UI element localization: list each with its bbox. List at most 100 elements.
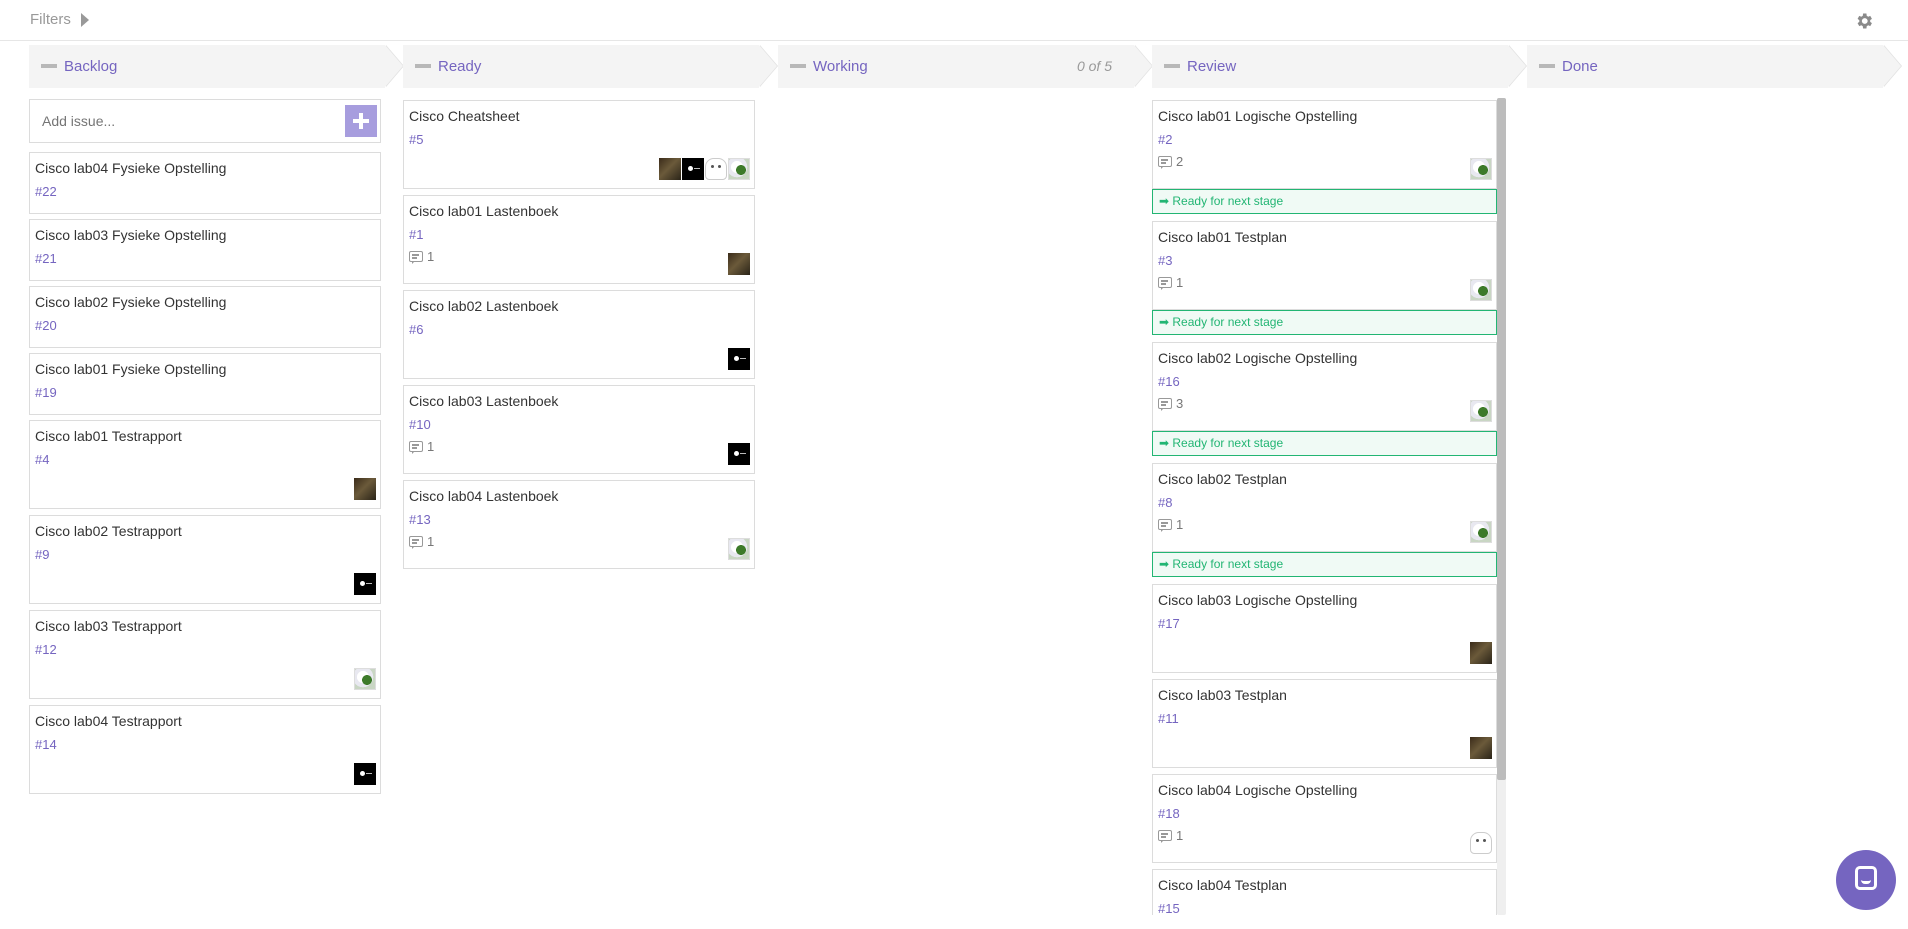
issue-title: Cisco lab02 Logische Opstelling	[1158, 350, 1358, 366]
comment-count-value: 2	[1176, 154, 1184, 169]
issue-number[interactable]: #16	[1158, 374, 1180, 389]
avatar[interactable]	[1470, 279, 1492, 301]
avatar[interactable]	[705, 158, 727, 180]
issue-card[interactable]: Cisco lab02 Logische Opstelling #16 3	[1152, 342, 1497, 431]
avatar[interactable]	[1470, 737, 1492, 759]
gear-icon[interactable]	[1854, 11, 1874, 31]
avatar[interactable]	[659, 158, 681, 180]
column-title[interactable]: Backlog	[64, 58, 117, 75]
issue-card[interactable]: Cisco lab03 Lastenboek #10 1	[403, 385, 755, 474]
issue-card[interactable]: Cisco lab04 Testplan #15	[1152, 869, 1497, 916]
avatar[interactable]	[354, 573, 376, 595]
column-title[interactable]: Review	[1187, 58, 1236, 75]
avatar[interactable]	[682, 158, 704, 180]
issue-card[interactable]: Cisco lab04 Fysieke Opstelling #22	[29, 152, 381, 214]
issue-number[interactable]: #5	[409, 132, 423, 147]
issue-number[interactable]: #8	[1158, 495, 1172, 510]
issue-card[interactable]: Cisco lab01 Logische Opstelling #2 2	[1152, 100, 1497, 189]
avatar[interactable]	[728, 348, 750, 370]
issue-title: Cisco lab02 Lastenboek	[409, 298, 559, 314]
avatar[interactable]	[1470, 158, 1492, 180]
issue-card[interactable]: Cisco Cheatsheet #5	[403, 100, 755, 189]
issue-card[interactable]: Cisco lab01 Testplan #3 1	[1152, 221, 1497, 310]
issue-number[interactable]: #18	[1158, 806, 1180, 821]
column-title[interactable]: Working	[813, 58, 868, 75]
issue-card[interactable]: Cisco lab02 Fysieke Opstelling #20	[29, 286, 381, 348]
issue-card[interactable]: Cisco lab04 Lastenboek #13 1	[403, 480, 755, 569]
column-title[interactable]: Done	[1562, 58, 1598, 75]
issue-number[interactable]: #9	[35, 547, 49, 562]
issue-card[interactable]: Cisco lab03 Testplan #11	[1152, 679, 1497, 768]
review-scrollbar[interactable]	[1497, 98, 1506, 915]
issue-number[interactable]: #11	[1158, 711, 1179, 726]
assignees	[1470, 642, 1492, 664]
issue-number[interactable]: #2	[1158, 132, 1172, 147]
issue-card[interactable]: Cisco lab03 Testrapport #12	[29, 610, 381, 699]
issue-number[interactable]: #3	[1158, 253, 1172, 268]
issue-title: Cisco lab01 Testrapport	[35, 428, 182, 444]
assignees	[354, 573, 376, 595]
avatar[interactable]	[728, 538, 750, 560]
collapse-icon[interactable]	[1164, 64, 1180, 68]
avatar[interactable]	[728, 158, 750, 180]
ready-for-next-stage-badge: ➡ Ready for next stage	[1152, 310, 1497, 335]
avatar[interactable]	[1470, 521, 1492, 543]
avatar[interactable]	[728, 443, 750, 465]
header-arrow	[385, 45, 403, 87]
issue-number[interactable]: #12	[35, 642, 57, 657]
issue-card[interactable]: Cisco lab02 Testplan #8 1	[1152, 463, 1497, 552]
issue-card[interactable]: Cisco lab03 Logische Opstelling #17	[1152, 584, 1497, 673]
add-issue-input[interactable]	[31, 101, 341, 141]
issue-card[interactable]: Cisco lab02 Testrapport #9	[29, 515, 381, 604]
issue-number[interactable]: #17	[1158, 616, 1180, 631]
issue-number[interactable]: #1	[409, 227, 423, 242]
collapse-icon[interactable]	[41, 64, 57, 68]
comment-count-value: 1	[427, 249, 435, 264]
issue-card[interactable]: Cisco lab02 Lastenboek #6	[403, 290, 755, 379]
issue-card[interactable]: Cisco lab01 Lastenboek #1 1	[403, 195, 755, 284]
avatar[interactable]	[728, 253, 750, 275]
issue-card[interactable]: Cisco lab04 Logische Opstelling #18 1	[1152, 774, 1497, 863]
avatar[interactable]	[354, 478, 376, 500]
avatar[interactable]	[1470, 832, 1492, 854]
add-issue-button[interactable]	[345, 105, 377, 137]
issue-title: Cisco lab03 Testplan	[1158, 687, 1287, 703]
avatar[interactable]	[1470, 400, 1492, 422]
chat-icon[interactable]	[1836, 850, 1896, 910]
issue-number[interactable]: #13	[409, 512, 431, 527]
assignees	[728, 443, 750, 465]
issue-card[interactable]: Cisco lab01 Fysieke Opstelling #19	[29, 353, 381, 415]
column-title[interactable]: Ready	[438, 58, 481, 75]
comment-count: 3	[1158, 396, 1183, 411]
column-header-done: Done	[1527, 45, 1902, 88]
issue-number[interactable]: #15	[1158, 901, 1180, 916]
column-ready: Ready Cisco Cheatsheet #5 Cisco lab01 La…	[403, 45, 778, 569]
collapse-icon[interactable]	[1539, 64, 1555, 68]
scrollbar-thumb[interactable]	[1497, 98, 1506, 780]
filters-toggle[interactable]: Filters	[30, 11, 89, 28]
issue-title: Cisco lab04 Testplan	[1158, 877, 1287, 893]
avatar[interactable]	[1470, 642, 1492, 664]
issue-number[interactable]: #19	[35, 385, 57, 400]
caret-right-icon	[80, 12, 89, 27]
issue-number[interactable]: #4	[35, 452, 49, 467]
issue-number[interactable]: #22	[35, 184, 57, 199]
issue-number[interactable]: #20	[35, 318, 57, 333]
issue-number[interactable]: #6	[409, 322, 423, 337]
column-working: Working 0 of 5	[778, 45, 1153, 88]
issue-card[interactable]: Cisco lab04 Testrapport #14	[29, 705, 381, 794]
issue-number[interactable]: #21	[35, 251, 57, 266]
collapse-icon[interactable]	[790, 64, 806, 68]
avatar[interactable]	[354, 763, 376, 785]
issue-card[interactable]: Cisco lab01 Testrapport #4	[29, 420, 381, 509]
avatar[interactable]	[354, 668, 376, 690]
comment-count: 1	[409, 439, 434, 454]
chat-bubble-shape	[1855, 866, 1877, 890]
collapse-icon[interactable]	[415, 64, 431, 68]
issue-title: Cisco lab01 Logische Opstelling	[1158, 108, 1358, 124]
issue-number[interactable]: #10	[409, 417, 431, 432]
issue-number[interactable]: #14	[35, 737, 57, 752]
column-done: Done	[1527, 45, 1902, 88]
issue-card[interactable]: Cisco lab03 Fysieke Opstelling #21	[29, 219, 381, 281]
comment-count: 1	[1158, 828, 1183, 843]
